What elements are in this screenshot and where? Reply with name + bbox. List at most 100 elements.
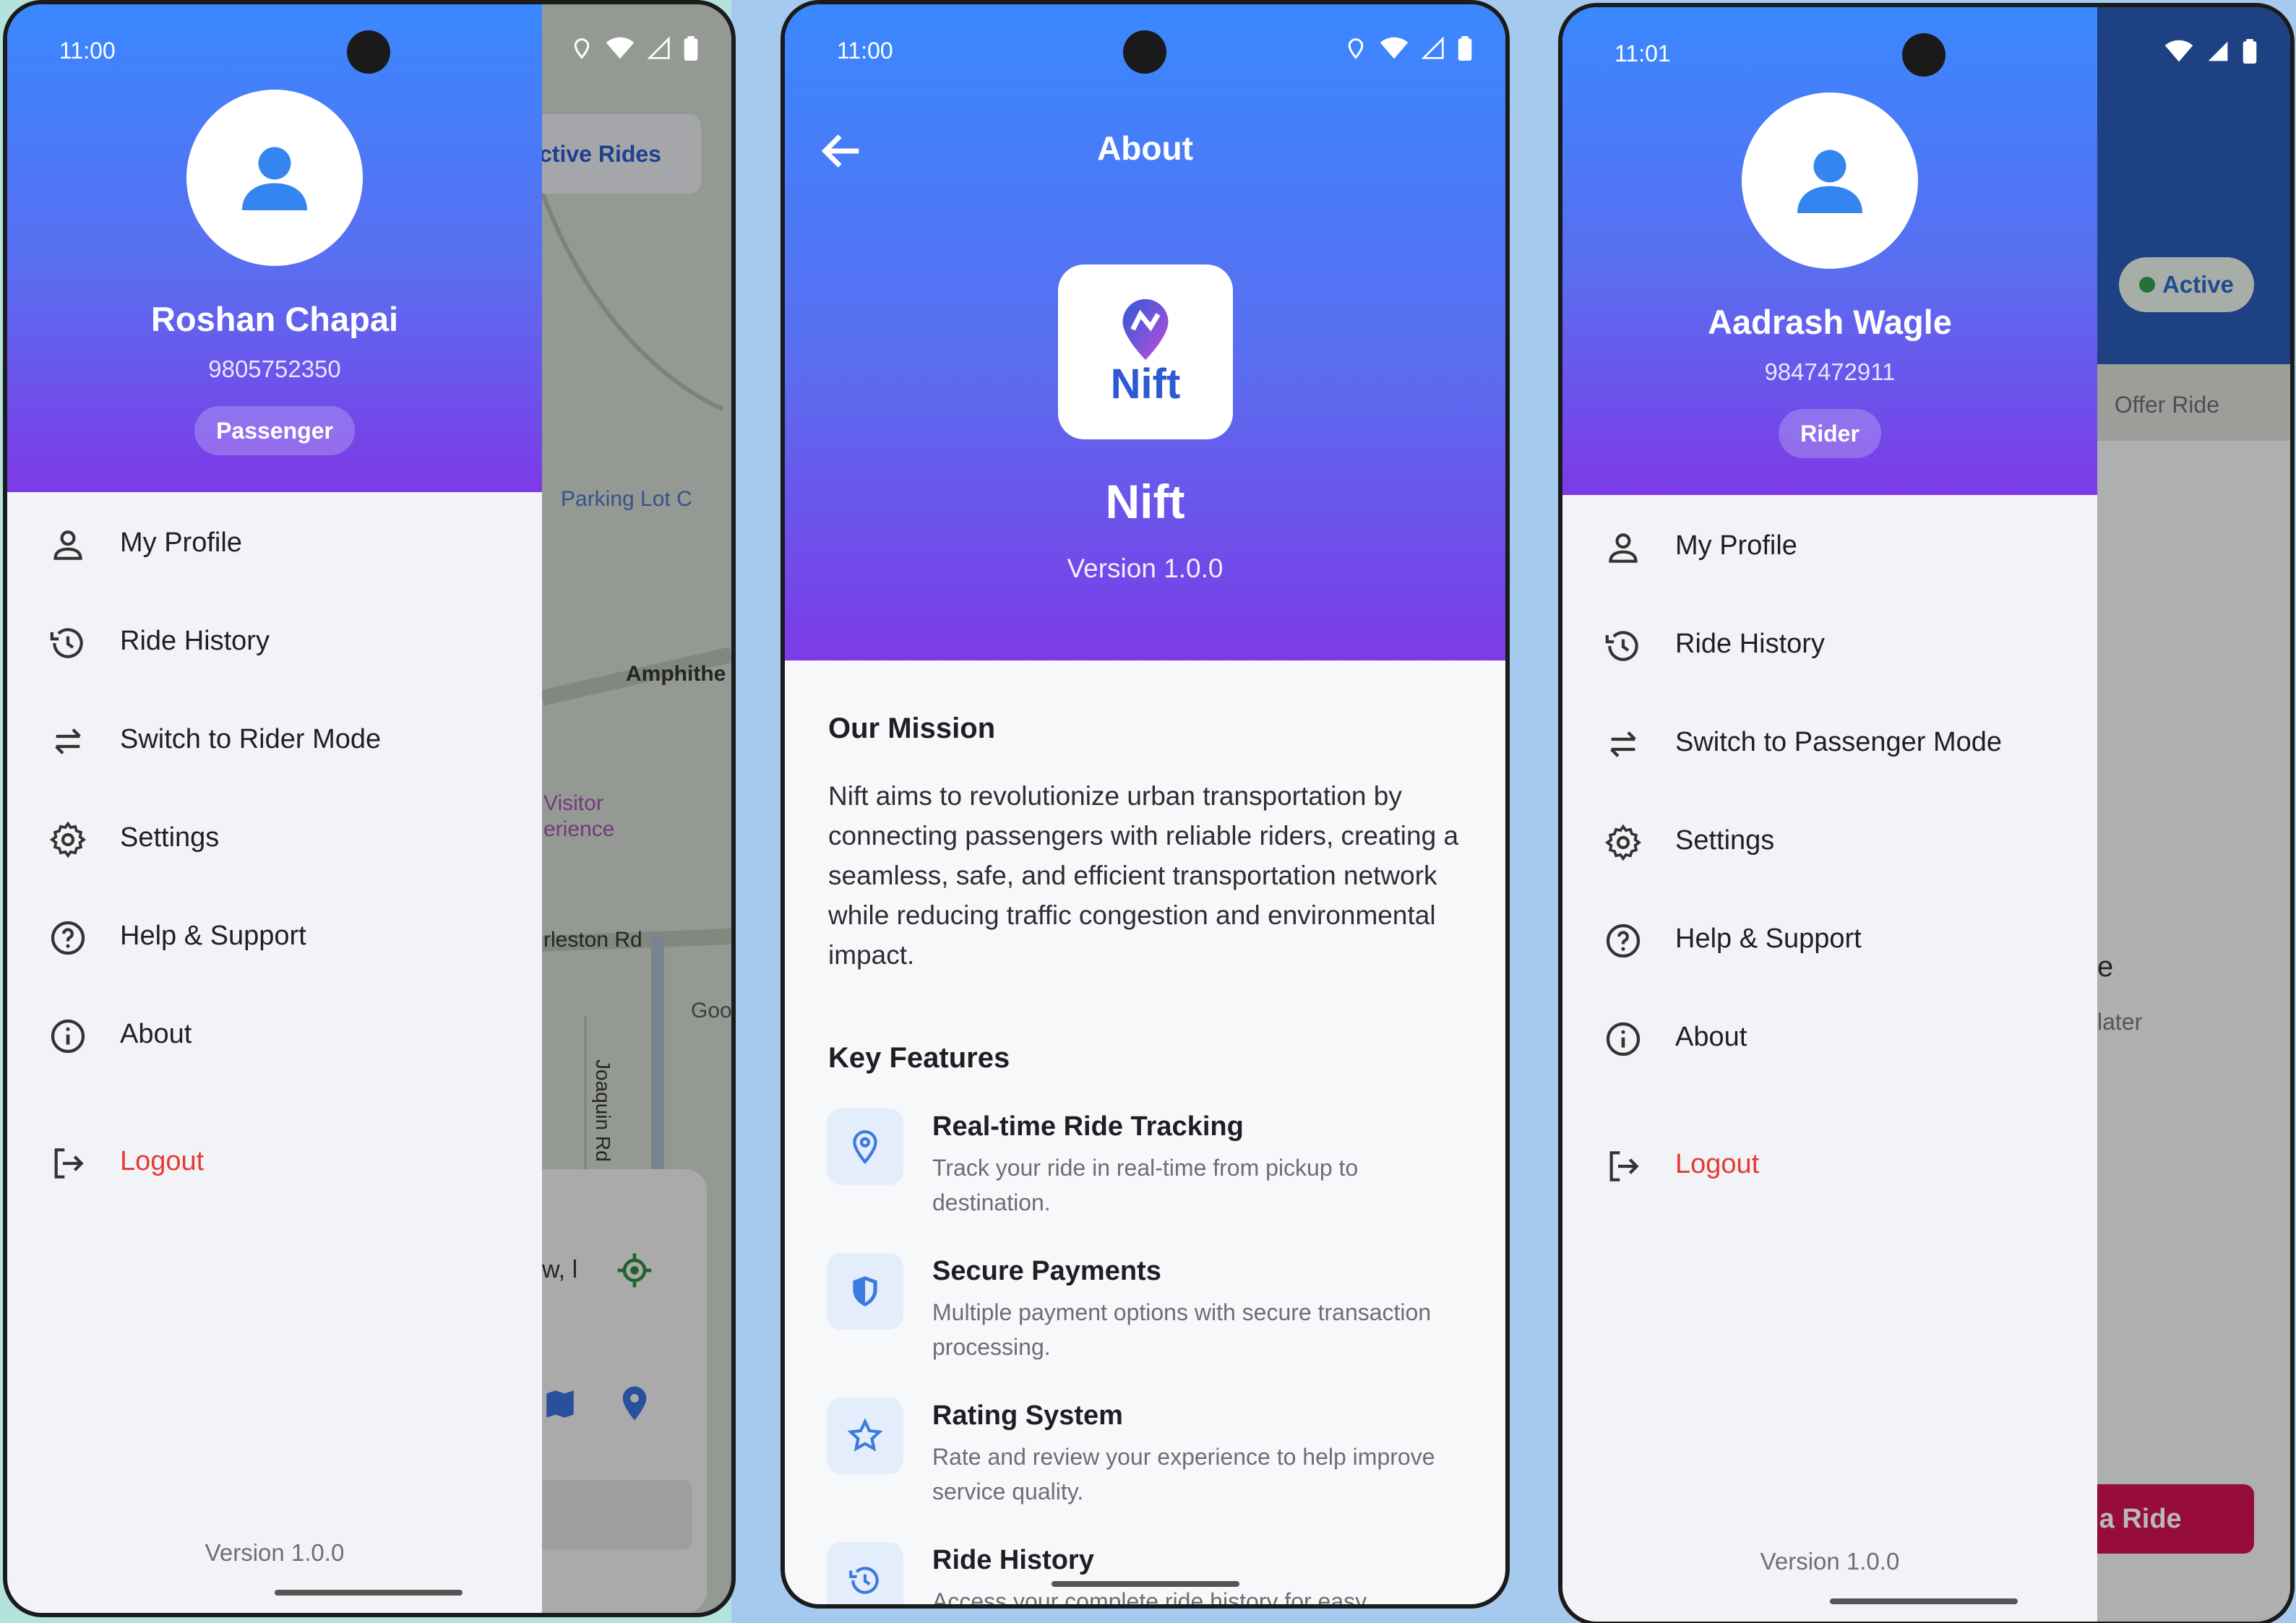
wifi-icon [1380,37,1409,59]
menu-label: Switch to Passenger Mode [1675,726,2003,757]
home-indicator[interactable] [275,1590,463,1596]
signal-icon [1422,37,1444,59]
battery-icon [684,36,698,61]
help-icon [1606,924,1641,958]
menu-label: Logout [1675,1148,1760,1179]
menu-item-about[interactable]: About [1562,997,2097,1077]
nift-logo-icon [1122,298,1169,360]
wifi-icon [2164,40,2193,62]
app-logo: Nift [1058,264,1233,439]
menu-item-about[interactable]: About [7,994,542,1074]
status-time: 11:01 [1614,40,1671,66]
user-name: Aadrash Wagle [1708,303,1952,341]
location-icon [574,38,590,59]
avatar[interactable] [1742,92,1918,269]
star-icon [827,1398,903,1474]
gear-icon [49,821,87,858]
menu-label: Logout [120,1145,205,1176]
app-version: Version 1.0.0 [1067,554,1224,583]
version-text: Version 1.0.0 [1760,1548,1900,1575]
person-icon [242,147,307,210]
about-header: About Nift Nift Version 1.0.0 [785,4,1505,660]
menu-label: About [1675,1021,1747,1052]
logo-text: Nift [1110,360,1181,408]
status-bar: 11:00 [785,4,1505,91]
phone-screen-rider-drawer: Active e later Offer Ride r a Ride Aadra… [1562,7,2290,1622]
system-icons [1345,36,1472,61]
person-icon [53,530,82,560]
version-text: Version 1.0.0 [205,1539,345,1566]
menu-label: Ride History [120,625,270,656]
location-pin-icon [827,1108,903,1185]
feature-title: Real-time Ride Tracking [932,1111,1244,1142]
feature-title: Secure Payments [932,1256,1161,1286]
feature-item: Ride History Access your complete ride h… [827,1542,1463,1604]
feature-item: Rating System Rate and review your exper… [827,1398,1463,1528]
menu-item-my-profile[interactable]: My Profile [7,503,542,582]
status-bar: 11:00 [7,4,731,91]
menu-label: Switch to Rider Mode [120,723,382,754]
info-icon [1606,1022,1641,1056]
status-time: 11:00 [837,38,893,64]
location-icon [1348,38,1364,59]
mission-text: Nift aims to revolutionize urban transpo… [828,781,1459,970]
menu-label: My Profile [1675,530,1797,561]
page-title: About [1097,129,1193,167]
navigation-drawer: Aadrash Wagle 9847472911 Rider My Profil… [1562,7,2097,1622]
swap-icon [1610,731,1636,757]
app-name: Nift [1105,475,1185,528]
logout-icon [54,1148,84,1179]
menu-label: Ride History [1675,628,1825,659]
swap-icon [55,728,81,754]
wifi-icon [606,37,635,59]
mission-title: Our Mission [828,713,996,744]
avatar[interactable] [186,90,363,266]
menu-item-logout[interactable]: Logout [1562,1124,2097,1204]
feature-description: Access your complete ride history for ea… [932,1588,1367,1604]
feature-title: Ride History [932,1545,1094,1575]
battery-icon [2243,39,2257,64]
status-bar: 11:01 [1562,7,2290,94]
menu-label: Settings [1675,825,1775,856]
menu-item-settings[interactable]: Settings [1562,801,2097,880]
user-phone: 9805752350 [208,356,341,382]
history-icon [50,628,83,658]
role-badge: Rider [1779,409,1881,458]
menu-item-ride-history[interactable]: Ride History [7,601,542,681]
role-badge: Passenger [194,406,355,455]
menu-label: My Profile [120,527,242,558]
navigation-drawer: Roshan Chapai 9805752350 Passenger My Pr… [7,4,542,1613]
logout-icon [1609,1151,1639,1181]
help-icon [51,921,85,955]
home-indicator[interactable] [1051,1581,1239,1587]
features-title: Key Features [828,1042,1010,1074]
menu-item-logout[interactable]: Logout [7,1122,542,1201]
menu-label: Help & Support [120,920,306,951]
history-icon [1605,631,1638,661]
menu-label: Settings [120,822,220,853]
menu-item-switch-mode[interactable]: Switch to Rider Mode [7,699,542,779]
history-icon [827,1542,903,1604]
camera-cutout [347,30,390,74]
gear-icon [1604,824,1642,861]
menu-item-switch-mode[interactable]: Switch to Passenger Mode [1562,702,2097,782]
menu-item-ride-history[interactable]: Ride History [1562,604,2097,684]
camera-cutout [1123,30,1166,74]
feature-title: Rating System [932,1400,1123,1431]
home-indicator[interactable] [1830,1598,2018,1604]
signal-icon [648,37,670,59]
menu-item-help-support[interactable]: Help & Support [1562,899,2097,978]
feature-description: Rate and review your experience to help … [932,1444,1435,1504]
feature-item: Secure Payments Multiple payment options… [827,1253,1463,1383]
person-icon [1797,150,1862,213]
camera-cutout [1902,33,1945,77]
menu-item-settings[interactable]: Settings [7,798,542,877]
phone-screen-about: About Nift Nift Version 1.0.0 Our Missio… [785,4,1505,1604]
feature-item: Real-time Ride Tracking Track your ride … [827,1108,1463,1239]
feature-description: Multiple payment options with secure tra… [932,1299,1432,1360]
user-phone: 9847472911 [1764,358,1896,385]
shield-icon [827,1253,903,1330]
status-time: 11:00 [59,38,116,64]
menu-item-help-support[interactable]: Help & Support [7,896,542,976]
menu-item-my-profile[interactable]: My Profile [1562,506,2097,585]
